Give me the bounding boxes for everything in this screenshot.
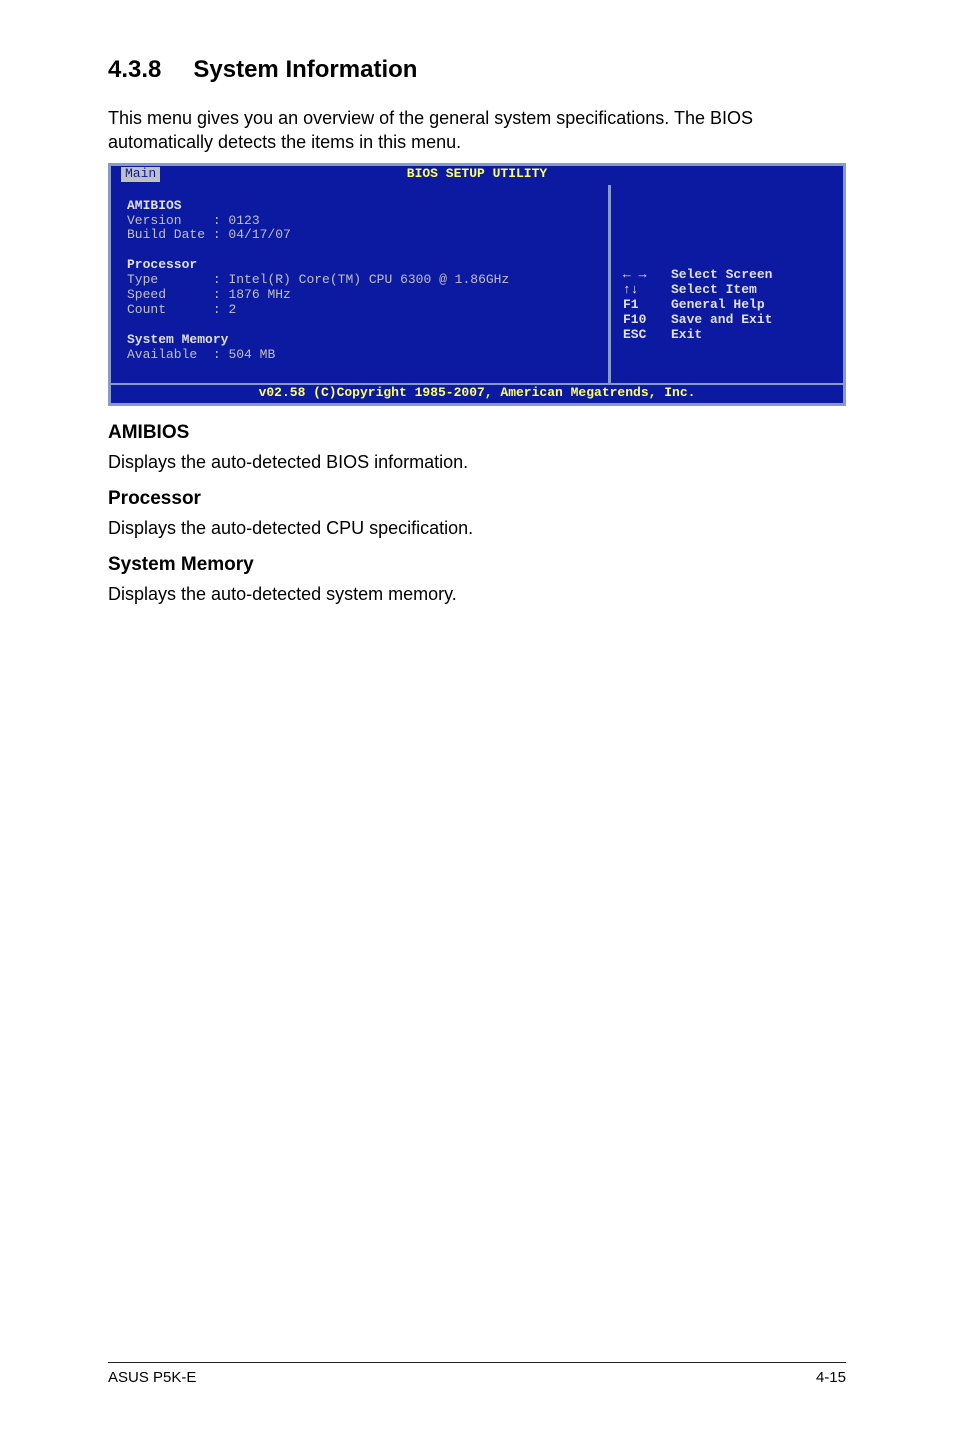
processor-speed-value: 1876 MHz xyxy=(228,287,290,302)
processor-label: Processor xyxy=(127,257,197,272)
processor-type-value: Intel(R) Core(TM) CPU 6300 @ 1.86GHz xyxy=(228,272,509,287)
memory-label: System Memory xyxy=(127,332,228,347)
bios-copyright: v02.58 (C)Copyright 1985-2007, American … xyxy=(111,383,843,403)
bios-right-spacer xyxy=(623,199,831,269)
sub-heading-memory: System Memory xyxy=(108,554,846,576)
nav-row-esc: ESC Exit xyxy=(623,328,831,343)
arrows-lr-icon: ← → xyxy=(623,268,671,283)
memory-available-value: 504 MB xyxy=(228,347,275,362)
bios-tab-main: Main xyxy=(121,167,160,182)
nav-exit: Exit xyxy=(671,328,702,343)
nav-esc-key: ESC xyxy=(623,328,671,343)
sub-heading-processor: Processor xyxy=(108,488,846,510)
bios-body: AMIBIOS Version : 0123 Build Date : 04/1… xyxy=(111,185,843,383)
arrows-ud-icon: ↑↓ xyxy=(623,283,671,298)
nav-select-screen: Select Screen xyxy=(671,268,772,283)
nav-row-f1: F1 General Help xyxy=(623,298,831,313)
bios-nav-help: ← → Select Screen ↑↓ Select Item F1 Gene… xyxy=(623,268,831,343)
footer-left: ASUS P5K-E xyxy=(108,1369,196,1386)
processor-speed-label: Speed xyxy=(127,287,166,302)
nav-row-f10: F10 Save and Exit xyxy=(623,313,831,328)
page-footer: ASUS P5K-E 4-15 xyxy=(108,1362,846,1386)
section-heading: 4.3.8 System Information xyxy=(108,56,846,84)
amibios-build-label: Build Date xyxy=(127,227,205,242)
sub-paragraph-amibios: Displays the auto-detected BIOS informat… xyxy=(108,450,846,474)
footer-right: 4-15 xyxy=(816,1369,846,1386)
nav-row-ud: ↑↓ Select Item xyxy=(623,283,831,298)
heading-title: System Information xyxy=(193,56,417,83)
nav-select-item: Select Item xyxy=(671,283,757,298)
processor-count-label: Count xyxy=(127,302,166,317)
bios-amibios-block: AMIBIOS Version : 0123 Build Date : 04/1… xyxy=(127,199,592,363)
nav-general-help: General Help xyxy=(671,298,765,313)
processor-type-label: Type xyxy=(127,272,158,287)
nav-f1-key: F1 xyxy=(623,298,671,313)
intro-paragraph: This menu gives you an overview of the g… xyxy=(108,106,846,155)
bios-title: BIOS SETUP UTILITY xyxy=(111,167,843,182)
memory-available-label: Available xyxy=(127,347,197,362)
bios-panel: BIOS SETUP UTILITY Main AMIBIOS Version … xyxy=(108,163,846,406)
heading-number: 4.3.8 xyxy=(108,56,161,83)
sub-paragraph-processor: Displays the auto-detected CPU specifica… xyxy=(108,516,846,540)
sub-paragraph-memory: Displays the auto-detected system memory… xyxy=(108,582,846,606)
processor-count-value: 2 xyxy=(228,302,236,317)
amibios-build-value: 04/17/07 xyxy=(228,227,290,242)
bios-right-pane: ← → Select Screen ↑↓ Select Item F1 Gene… xyxy=(611,185,843,383)
nav-f10-key: F10 xyxy=(623,313,671,328)
nav-save-exit: Save and Exit xyxy=(671,313,772,328)
nav-row-lr: ← → Select Screen xyxy=(623,268,831,283)
amibios-version-value: 0123 xyxy=(228,213,259,228)
amibios-label: AMIBIOS xyxy=(127,198,182,213)
bios-left-pane: AMIBIOS Version : 0123 Build Date : 04/1… xyxy=(111,185,611,383)
bios-title-row: BIOS SETUP UTILITY Main xyxy=(111,166,843,185)
amibios-version-label: Version xyxy=(127,213,182,228)
sub-heading-amibios: AMIBIOS xyxy=(108,422,846,444)
